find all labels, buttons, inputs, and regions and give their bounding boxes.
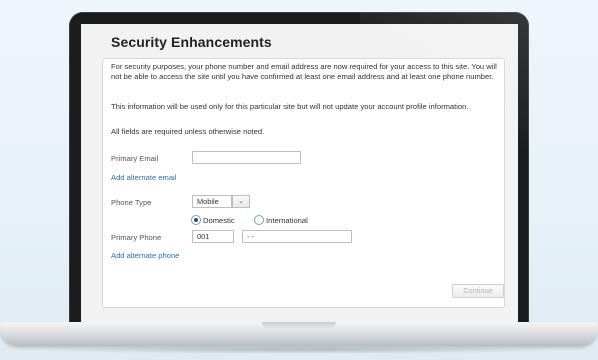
laptop-mockup	[0, 0, 598, 360]
info-text: This information will be used only for t…	[111, 102, 469, 111]
domestic-radio-label: Domestic	[203, 216, 235, 225]
international-radio[interactable]	[254, 215, 264, 225]
primary-phone-label: Primary Phone	[111, 233, 162, 242]
continue-button[interactable]: Continue	[452, 284, 504, 298]
laptop-notch	[262, 322, 336, 328]
page-title: Security Enhancements	[111, 34, 272, 50]
add-alternate-email-link[interactable]: Add alternate email	[111, 173, 176, 182]
phone-type-select[interactable]: Mobile	[192, 195, 232, 208]
primary-email-label: Primary Email	[111, 154, 159, 163]
chevron-down-icon[interactable]: ⌄	[232, 195, 250, 208]
form-panel	[102, 58, 505, 308]
domestic-radio[interactable]	[191, 215, 201, 225]
required-note: All fields are required unless otherwise…	[111, 127, 265, 136]
add-alternate-phone-link[interactable]: Add alternate phone	[111, 251, 179, 260]
phone-number-input[interactable]	[242, 230, 352, 243]
intro-text: For security purposes, your phone number…	[111, 62, 497, 81]
primary-email-input[interactable]	[192, 151, 301, 164]
country-code-input[interactable]	[192, 230, 234, 243]
laptop-shadow	[30, 346, 568, 354]
phone-type-label: Phone Type	[111, 198, 152, 207]
international-radio-label: International	[266, 216, 308, 225]
